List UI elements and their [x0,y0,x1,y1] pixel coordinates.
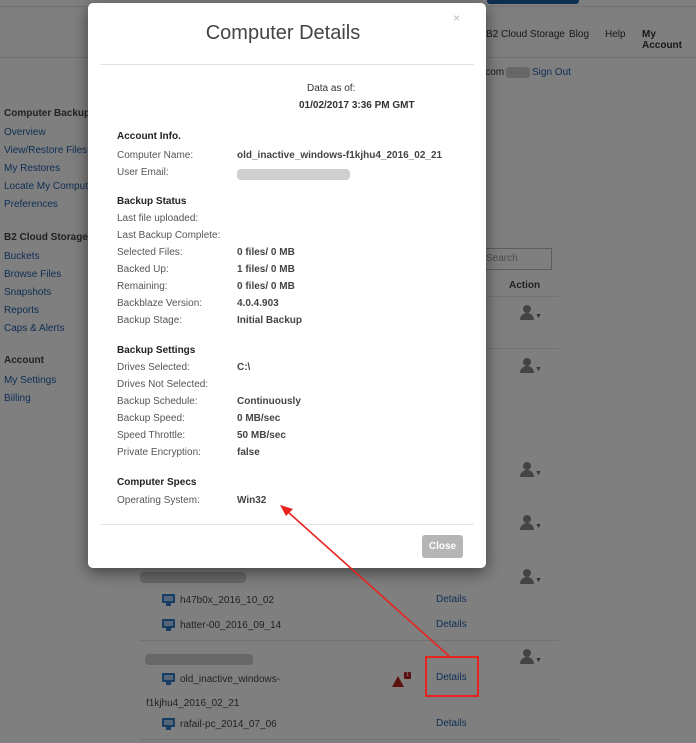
annotation-arrow-icon [280,505,450,657]
